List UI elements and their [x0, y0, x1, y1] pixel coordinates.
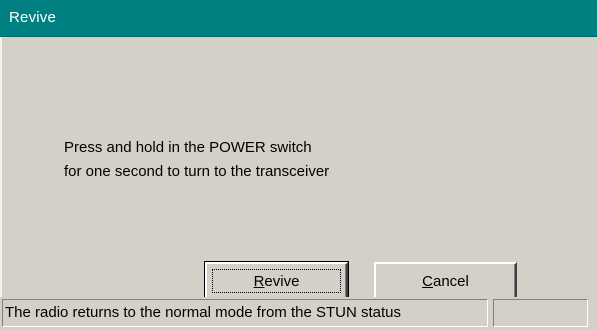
- cancel-button-label: Cancel: [422, 273, 469, 290]
- status-bar: The radio returns to the normal mode fro…: [0, 297, 597, 330]
- instruction-line-1: Press and hold in the POWER switch: [64, 139, 312, 156]
- title-bar[interactable]: Revive: [0, 0, 597, 37]
- revive-button-label: Revive: [254, 273, 300, 290]
- status-pane-main: The radio returns to the normal mode fro…: [2, 299, 488, 327]
- revive-label-rest: evive: [264, 272, 300, 290]
- revive-dialog: Revive Press and hold in the POWER switc…: [0, 0, 597, 330]
- instruction-line-2: for one second to turn to the transceive…: [64, 163, 330, 180]
- cancel-mnemonic: C: [422, 272, 433, 290]
- dialog-body: Press and hold in the POWER switch for o…: [0, 37, 597, 330]
- status-pane-side: [493, 299, 588, 327]
- revive-mnemonic: R: [253, 272, 265, 290]
- instruction-message: Press and hold in the POWER switch for o…: [64, 136, 329, 184]
- cancel-button[interactable]: Cancel: [374, 262, 517, 300]
- revive-button[interactable]: Revive: [204, 261, 349, 301]
- cancel-label-rest: ancel: [432, 272, 469, 290]
- window-title: Revive: [9, 9, 57, 26]
